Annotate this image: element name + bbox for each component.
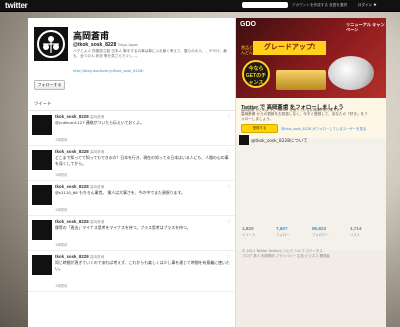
banner-brand: GDO: [240, 21, 256, 28]
stat-lists[interactable]: 1,714 リスト: [350, 226, 382, 237]
tweet-avatar: [32, 220, 52, 240]
tab-bar: ツイート: [28, 96, 235, 111]
search-input[interactable]: [242, 2, 288, 8]
promo-signup-label: 登録する: [252, 126, 267, 130]
tweet-text: どこまで知ってて知ってもできるの？日本を行き、現在の知ってる日本はいる人にも、人…: [55, 155, 229, 166]
tweet-text: 僕等の「過去」マイナス思考をマイナスを持つ。プラス思考はプラスを持つ。: [55, 225, 191, 230]
tweet-text: @s3110_66 もちろん事覚。 僕人は大事さを、今の中でまた頑張ります。: [55, 190, 185, 195]
signup-language-links[interactable]: アカウントを作成する 言語を選択: [292, 3, 347, 8]
tweet-text: 同じ時間が過ぎていくのであれば考えず、これからも楽しくは少し事を通じて時間を有意…: [55, 260, 230, 271]
profile-handle: @tkok_sosk_8228 Tokyo,Japan: [73, 42, 138, 48]
login-label: ログイン: [358, 3, 372, 7]
banner-headline: グレードアップ!: [253, 41, 326, 55]
profile-name: 高岡蒼甫: [73, 31, 110, 41]
tweet-time[interactable]: 1時間前: [55, 207, 67, 212]
tweet-text: @yutikum1127 連絡がついたら伝えいておくよ。: [55, 120, 144, 125]
sidebar: GDO リニューアル キャンペーン 賞品どんどん グレードアップ! 今なら GE…: [235, 18, 386, 327]
stat-followers[interactable]: 96,823 フォロワー: [312, 226, 344, 237]
golf-ball-image: [328, 56, 374, 90]
footer-links[interactable]: © 2011 Twitter Twitterについて ヘルプ ステータス ブログ…: [242, 249, 382, 259]
promo-signup-button[interactable]: 登録する: [241, 124, 278, 133]
banner-circle: 今なら GETのチャンス: [242, 60, 270, 88]
promo-question: 高岡蒼甫 がどのように Twitter を使っているか興味がありますか？: [241, 108, 344, 112]
tweet-avatar: [32, 150, 52, 170]
family-crest-icon: [37, 30, 65, 58]
twitter-logo[interactable]: twitter: [5, 1, 28, 10]
chevron-down-icon: ▼: [373, 3, 377, 7]
tweet-item: tkok_sosk_8228 高岡蒼甫 僕等の「過去」マイナス思考をマイナスを持…: [28, 216, 235, 251]
stat-following[interactable]: 7,607 フォロー: [276, 226, 308, 237]
profile-column: 高岡蒼甫 @tkok_sosk_8228 Tokyo,Japan ハグとよ人 所…: [28, 18, 235, 327]
favorite-star-icon[interactable]: ☆: [227, 149, 231, 155]
profile-location: Tokyo,Japan: [117, 43, 138, 47]
tab-tweets[interactable]: ツイート: [34, 101, 52, 107]
login-button[interactable]: ログイン ▼: [358, 2, 376, 8]
tweet-time[interactable]: 1時間前: [55, 172, 67, 177]
about-avatar: [239, 135, 249, 145]
tweet-time[interactable]: 1時間前: [55, 137, 67, 142]
profile-avatar: [34, 27, 68, 61]
following-link[interactable]: @tkok_sosk_8228 がフォローしているユーザーを見る: [281, 126, 366, 131]
favorite-star-icon[interactable]: ☆: [227, 184, 231, 190]
favorite-star-icon[interactable]: ☆: [227, 219, 231, 225]
favorite-star-icon[interactable]: ☆: [227, 254, 231, 260]
prize-image: [276, 70, 326, 90]
profile-link[interactable]: http://blog.leadover.jp/tkok_sosk_8228/: [73, 69, 144, 73]
tweet-avatar: [32, 115, 52, 135]
follow-button[interactable]: フォローする: [34, 80, 65, 90]
banner-renewal: リニューアル キャンペーン: [346, 22, 385, 32]
tweet-avatar: [32, 185, 52, 205]
tweet-time[interactable]: 1時間前: [55, 283, 67, 288]
footer-line-2: ブログ 求人 利用規約 プライバシー 広告 ビジネス 開発者: [242, 254, 330, 258]
tweet-time[interactable]: 1時間前: [55, 242, 67, 247]
tweet-item: tkok_sosk_8228 高岡蒼甫 @yutikum1127 連絡がついたら…: [28, 111, 235, 146]
tweet-item: tkok_sosk_8228 高岡蒼甫 どこまで知ってて知ってもできるの？日本を…: [28, 146, 235, 181]
banner-prefix: 賞品どんどん: [241, 45, 253, 55]
stat-tweets[interactable]: 1,820 ツイート: [242, 226, 274, 237]
follow-label: フォローする: [37, 82, 62, 87]
top-bar: twitter アカウントを作成する 言語を選択 ログイン ▼: [0, 0, 400, 12]
about-title: @tkok_sosk_8228について: [251, 139, 308, 144]
promo-description: 高岡蒼甫 からの更新をお見逃しなく。今すぐ登録して、あなたの「好き」をフォローし…: [241, 112, 368, 121]
tweet-item: tkok_sosk_8228 高岡蒼甫 同じ時間が過ぎていくのであれば考えず、こ…: [28, 251, 235, 292]
ad-banner[interactable]: GDO リニューアル キャンペーン 賞品どんどん グレードアップ! 今なら GE…: [236, 18, 386, 98]
profile-bio: ハグとよ人 所属設立館 日本人 集中するの事は事に入れ無く考えて、僕らの大人、、…: [73, 49, 227, 58]
tweet-item: tkok_sosk_8228 高岡蒼甫 @s3110_66 もちろん事覚。 僕人…: [28, 181, 235, 216]
tweet-avatar: [32, 255, 52, 275]
favorite-star-icon[interactable]: ☆: [227, 114, 231, 120]
handle-text: @tkok_sosk_8228: [73, 42, 117, 48]
